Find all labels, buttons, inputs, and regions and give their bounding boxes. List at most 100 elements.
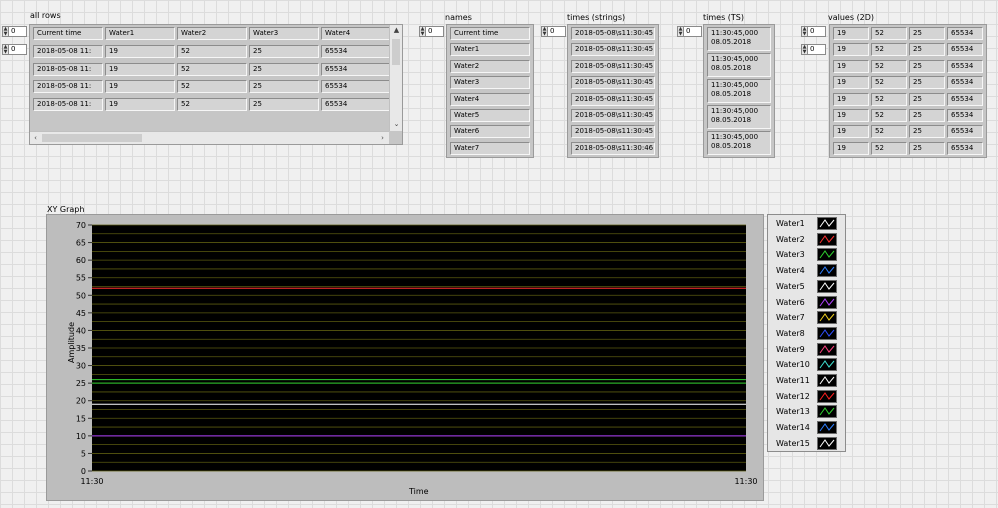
legend-item[interactable]: Water5 [768,279,846,295]
legend-item[interactable]: Water8 [768,326,846,342]
spinner-icon[interactable]: ▲ ▼ [541,26,548,37]
times-string-item[interactable]: 2018-05-08\s11:30:45 [571,125,655,139]
table-cell[interactable]: 52 [177,80,247,93]
value-cell[interactable]: 25 [909,109,945,122]
table-cell[interactable]: 65534 [321,45,391,58]
legend-item[interactable]: Water10 [768,357,846,373]
value-cell[interactable]: 52 [871,141,907,155]
legend-item[interactable]: Water11 [768,373,846,389]
table-header-cell[interactable]: Water3 [249,27,319,40]
legend-item[interactable]: Water1 [768,216,846,232]
legend-item[interactable]: Water12 [768,389,846,405]
value-cell[interactable]: 25 [909,76,945,90]
legend-swatch-icon[interactable] [817,248,837,262]
spinner-icon[interactable]: ▲ ▼ [801,26,808,37]
table-cell[interactable]: 2018-05-08 11: [33,45,103,58]
value-cell[interactable]: 25 [909,125,945,139]
values-2d-col-index[interactable]: ▲ ▼ 0 [801,44,826,55]
legend-swatch-icon[interactable] [817,326,837,340]
times-string-item[interactable]: 2018-05-08\s11:30:45 [571,109,655,122]
legend-swatch-icon[interactable] [817,358,837,372]
times-string-item[interactable]: 2018-05-08\s11:30:45 [571,92,655,106]
spinner-icon[interactable]: ▲ ▼ [677,26,684,37]
value-cell[interactable]: 65534 [947,109,983,122]
value-cell[interactable]: 25 [909,27,945,40]
all-rows-hscroll[interactable]: ‹ › [30,131,389,144]
legend-swatch-icon[interactable] [817,311,837,325]
legend-swatch-icon[interactable] [817,264,837,278]
timestamp-item[interactable]: 11:30:45,000 08.05.2018 [707,131,771,155]
names-item[interactable]: Water7 [450,141,530,155]
legend-item[interactable]: Water2 [768,232,846,248]
table-cell[interactable]: 25 [249,62,319,76]
value-cell[interactable]: 65534 [947,43,983,57]
table-cell[interactable]: 19 [105,62,175,76]
legend-item[interactable]: Water15 [768,436,846,452]
value-cell[interactable]: 25 [909,43,945,57]
value-cell[interactable]: 25 [909,92,945,106]
scroll-thumb[interactable] [42,134,142,142]
legend-swatch-icon[interactable] [817,436,837,450]
legend-item[interactable]: Water14 [768,420,846,436]
times-strings-index[interactable]: ▲ ▼ 0 [541,26,566,37]
spinner-icon[interactable]: ▲ ▼ [419,26,426,37]
table-cell[interactable]: 19 [105,80,175,93]
names-item[interactable]: Water6 [450,125,530,139]
table-header-cell[interactable]: Water4 [321,27,391,40]
value-cell[interactable]: 19 [833,109,869,122]
scroll-down-icon[interactable]: ⌄ [391,120,402,129]
value-cell[interactable]: 52 [871,109,907,122]
legend-swatch-icon[interactable] [817,295,837,309]
names-item[interactable]: Water3 [450,76,530,90]
times-string-item[interactable]: 2018-05-08\s11:30:45 [571,43,655,57]
value-cell[interactable]: 52 [871,43,907,57]
value-cell[interactable]: 65534 [947,125,983,139]
value-cell[interactable]: 52 [871,125,907,139]
legend-item[interactable]: Water9 [768,342,846,358]
value-cell[interactable]: 19 [833,27,869,40]
spinner-icon[interactable]: ▲ ▼ [2,44,9,55]
times-ts-index[interactable]: ▲ ▼ 0 [677,26,702,37]
value-cell[interactable]: 19 [833,43,869,57]
times-string-item[interactable]: 2018-05-08\s11:30:46 [571,141,655,155]
value-cell[interactable]: 52 [871,76,907,90]
table-header-cell[interactable]: Water2 [177,27,247,40]
table-header-cell[interactable]: Water1 [105,27,175,40]
table-cell[interactable]: 25 [249,80,319,93]
table-cell[interactable]: 2018-05-08 11: [33,80,103,93]
table-cell[interactable]: 52 [177,45,247,58]
legend-swatch-icon[interactable] [817,232,837,246]
table-cell[interactable]: 25 [249,45,319,58]
scroll-right-icon[interactable]: › [378,134,387,143]
scroll-left-icon[interactable]: ‹ [31,134,40,143]
legend-item[interactable]: Water6 [768,295,846,311]
value-cell[interactable]: 25 [909,141,945,155]
legend-swatch-icon[interactable] [817,279,837,293]
spinner-icon[interactable]: ▲ ▼ [801,44,808,55]
timestamp-item[interactable]: 11:30:45,000 08.05.2018 [707,53,771,77]
all-rows-row-index[interactable]: ▲ ▼ 0 [2,26,27,37]
legend-item[interactable]: Water3 [768,247,846,263]
legend-item[interactable]: Water13 [768,404,846,420]
value-cell[interactable]: 65534 [947,141,983,155]
value-cell[interactable]: 65534 [947,76,983,90]
table-cell[interactable]: 2018-05-08 11: [33,62,103,76]
value-cell[interactable]: 65534 [947,27,983,40]
value-cell[interactable]: 65534 [947,92,983,106]
value-cell[interactable]: 52 [871,92,907,106]
names-item[interactable]: Water1 [450,43,530,57]
times-string-item[interactable]: 2018-05-08\s11:30:45 [571,59,655,73]
legend-swatch-icon[interactable] [817,405,837,419]
names-index[interactable]: ▲ ▼ 0 [419,26,444,37]
legend-item[interactable]: Water7 [768,310,846,326]
times-string-item[interactable]: 2018-05-08\s11:30:45 [571,27,655,40]
table-cell[interactable]: 2018-05-08 11: [33,97,103,111]
value-cell[interactable]: 19 [833,92,869,106]
value-cell[interactable]: 65534 [947,59,983,73]
value-cell[interactable]: 52 [871,27,907,40]
values-2d-row-index[interactable]: ▲ ▼ 0 [801,26,826,37]
table-cell[interactable]: 65534 [321,97,391,111]
table-header-cell[interactable]: Current time [33,27,103,40]
all-rows-col-index[interactable]: ▲ ▼ 0 [2,44,27,55]
table-cell[interactable]: 65534 [321,80,391,93]
